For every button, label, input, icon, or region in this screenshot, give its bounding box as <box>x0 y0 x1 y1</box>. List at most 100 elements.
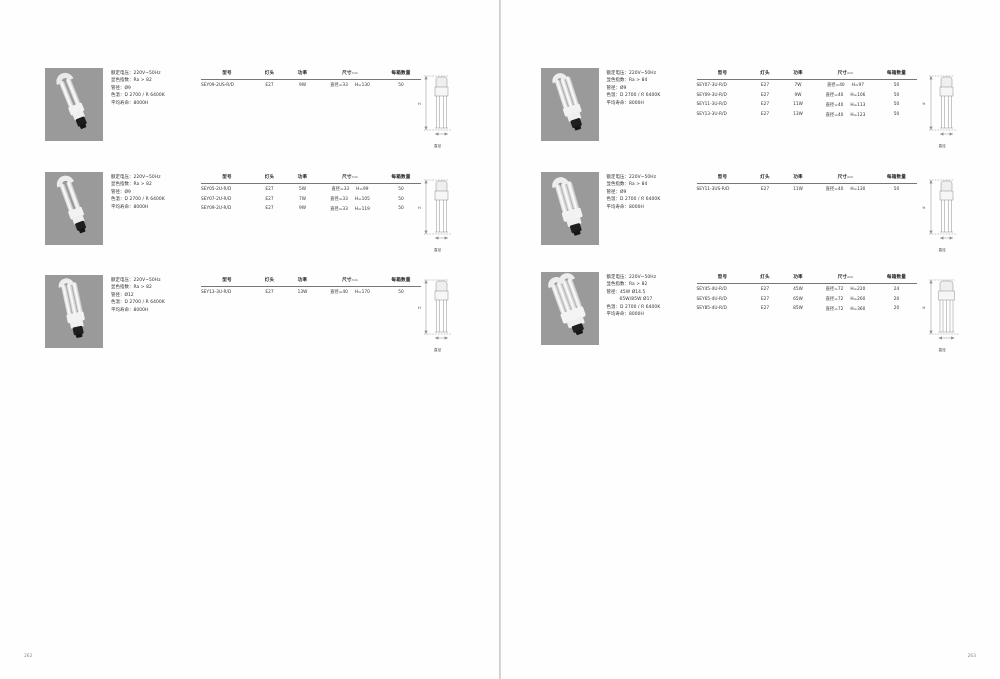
cell-diameter: 直径=40 <box>825 112 844 118</box>
table-body: SEY05-2U-R/D E27 5W 直径=33 H=99 50 SEY07-2… <box>201 184 421 214</box>
cell-height: H=99 <box>356 187 369 193</box>
cell-power: 13W <box>297 289 308 295</box>
col-header-model: 型号 <box>717 71 728 76</box>
col-header-power: 功率 <box>793 71 803 76</box>
col-header-qty: 每箱数量 <box>886 71 907 76</box>
cell-base: E27 <box>760 286 770 292</box>
bulb-illustration <box>551 177 582 236</box>
product-table: 型号 灯头 功率 尺寸mm 每箱数量 SEY09-2US-R/D E27 9W <box>201 68 421 90</box>
spec-line: 平均寿命：8000H <box>606 204 644 210</box>
cell-power: 85W <box>793 306 803 312</box>
cell-diameter: 直径=72 <box>825 287 844 293</box>
cell-base: E27 <box>760 82 770 88</box>
table-header-row: 型号 灯头 功率 尺寸mm 每箱数量 <box>201 277 421 287</box>
size-text: 尺寸 <box>837 71 848 76</box>
spec-table: 型号 灯头 功率 尺寸mm 每箱数量 SEY05-2U-R/D E27 5W 直 <box>201 174 421 213</box>
cell-model: SEY65-4U-R/D <box>696 296 727 302</box>
table-row: SEY11-3US-R/D E27 11W 直径=40 H=130 50 <box>697 184 917 194</box>
table-header-row: 型号 灯头 功率 尺寸mm 每箱数量 <box>201 70 421 80</box>
spec-table: 型号 灯头 功率 尺寸mm 每箱数量 SEY09-2US-R/D E27 9W <box>201 70 421 90</box>
spec-line: 色温：D 2700 / R 6400K <box>606 304 661 310</box>
cell-model: SEY13-3U-R/D <box>696 112 727 118</box>
table-row: SEY65-4U-R/D E27 65W 直径=72 H=260 20 <box>697 294 917 304</box>
table-row: SEY07-2U-R/D E27 7W 直径=33 H=105 50 <box>201 194 421 204</box>
col-header-model: 型号 <box>222 175 232 180</box>
col-header-qty: 每箱数量 <box>886 275 907 280</box>
table-head: 型号 灯头 功率 尺寸mm 每箱数量 <box>201 277 421 287</box>
cfl-3u-bulb-photo <box>45 275 103 348</box>
cell-diameter: 直径=40 <box>825 93 844 99</box>
spec-line: 显色指数：Ra > 82 <box>606 282 648 288</box>
spec-line: 额定电压：220V~50Hz <box>111 175 161 180</box>
spec-line: 额定电压：220V~50Hz <box>606 275 657 280</box>
cfl-3us-bulb-photo <box>540 172 599 245</box>
spec-table: 型号 灯头 功率 尺寸mm 每箱数量 SEY11-3US-R/D E27 11W <box>696 174 917 194</box>
product-table: 型号 灯头 功率 尺寸mm 每箱数量 SEY11-3US-R/D E27 11W <box>696 172 917 194</box>
spec-line: 管径：45W Ø14.5 <box>606 289 646 295</box>
cell-base: E27 <box>265 82 274 88</box>
spec-list: 额定电压：220V~50Hz 显色指数：Ra > 84 管径：Ø9 色温：D 2… <box>607 172 693 211</box>
cell-base: E27 <box>760 102 770 108</box>
page-number-right: 263 <box>967 654 976 659</box>
spec-line: 色温：D 2700 / R 6400K <box>606 197 661 203</box>
cell-base: E27 <box>760 296 770 302</box>
cell-power: 13W <box>793 112 803 118</box>
col-header-size: 尺寸mm <box>815 70 877 80</box>
col-header-power: 功率 <box>793 175 803 180</box>
table-body: SEY45-4U-R/D E27 45W 直径=72 H=220 24 SEY65… <box>697 284 917 314</box>
product-block: 额定电压：220V~50Hz 显色指数：Ra > 82 管径：Ø12 色温：D … <box>45 275 421 348</box>
spec-line: 显色指数：Ra > 84 <box>606 78 648 84</box>
product-block: 额定电压：220V~50Hz 显色指数：Ra > 82 管径：45W Ø14.5… <box>540 272 917 345</box>
table-row: SEY45-4U-R/D E27 45W 直径=72 H=220 24 <box>697 284 917 294</box>
spec-line: 额定电压：220V~50Hz <box>111 71 161 76</box>
spec-table: 型号 灯头 功率 尺寸mm 每箱数量 SEY13-3U-R/D E27 13W <box>201 277 421 297</box>
cell-model: SEY09-2US-R/D <box>201 82 234 88</box>
cell-model: SEY09-3U-R/D <box>696 92 727 98</box>
diagram-height-label: H <box>922 102 926 106</box>
col-header-base: 灯头 <box>760 71 770 76</box>
cell-height: H=130 <box>850 187 866 193</box>
table-head: 型号 灯头 功率 尺寸mm 每箱数量 <box>696 174 917 184</box>
spec-list: 额定电压：220V~50Hz 显色指数：Ra > 82 管径：Ø12 色温：D … <box>111 275 197 314</box>
col-header-model: 型号 <box>717 275 728 280</box>
cell-qty: 20 <box>893 296 900 302</box>
cell-height: H=97 <box>851 83 864 89</box>
cell-size: 直径=40 H=97 <box>815 80 877 90</box>
table-header-row: 型号 灯头 功率 尺寸mm 每箱数量 <box>696 274 917 284</box>
cell-model: SEY07-2U-R/D <box>201 196 232 202</box>
spec-line: 色温：D 2700 / R 6400K <box>606 93 661 99</box>
cell-qty: 24 <box>893 286 900 292</box>
page-number-left: 262 <box>24 654 33 659</box>
diagram-diameter-label: 直径 <box>938 248 946 252</box>
spec-list: 额定电压：220V~50Hz 显色指数：Ra > 82 管径：Ø9 色温：D 2… <box>111 172 197 211</box>
spec-line: 管径：Ø9 <box>111 189 131 195</box>
cell-size: 直径=40 H=106 <box>815 90 877 100</box>
cell-size: 直径=72 H=220 <box>815 284 877 294</box>
table-row: SEY11-3U-R/D E27 11W 直径=40 H=113 50 <box>697 100 917 110</box>
table-head: 型号 灯头 功率 尺寸mm 每箱数量 <box>201 174 421 184</box>
spec-line: 平均寿命：8000H <box>606 100 644 106</box>
col-header-model: 型号 <box>717 175 728 180</box>
col-header-power: 功率 <box>297 71 308 76</box>
diagram-height-label: H <box>418 102 421 106</box>
diagram-drawing <box>928 279 959 340</box>
cell-height: H=123 <box>850 112 866 118</box>
cell-height: H=170 <box>354 290 370 296</box>
size-unit: mm <box>847 71 854 75</box>
cell-height: H=105 <box>354 197 370 203</box>
cfl-3u-bulb-photo <box>540 68 599 141</box>
cell-diameter: 直径=33 <box>330 197 348 203</box>
cell-height: H=130 <box>354 83 370 89</box>
col-header-base: 灯头 <box>264 71 275 76</box>
cell-qty: 50 <box>893 102 900 108</box>
spec-line: 色温：D 2700 / R 6400K <box>111 300 165 306</box>
cell-qty: 50 <box>893 186 900 192</box>
diagram-drawing <box>424 179 452 240</box>
table-row: SEY09-2U-R/D E27 9W 直径=33 H=119 50 <box>201 204 421 214</box>
spec-table: 型号 灯头 功率 尺寸mm 每箱数量 SEY07-3U-R/D E27 7W 直 <box>696 70 917 119</box>
cell-power: 9W <box>794 92 802 98</box>
table-header-row: 型号 灯头 功率 尺寸mm 每箱数量 <box>696 174 917 184</box>
spec-line: 平均寿命：8000H <box>111 204 149 210</box>
cell-diameter: 直径=72 <box>825 306 844 312</box>
product-block: 额定电压：220V~50Hz 显色指数：Ra > 84 管径：Ø9 色温：D 2… <box>540 68 917 141</box>
